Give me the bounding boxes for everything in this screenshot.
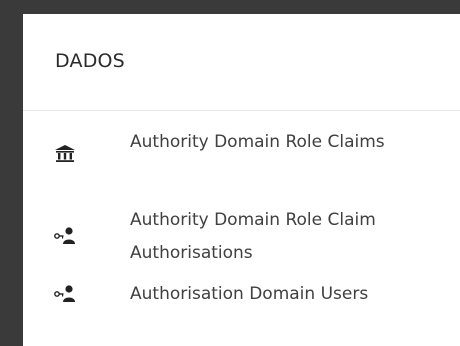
user-key-icon xyxy=(54,225,76,245)
app-background: DADOS Authority Domain Role Claims Autho… xyxy=(0,0,460,346)
sidebar-menu: Authority Domain Role Claims Authority D… xyxy=(23,111,460,318)
menu-item-label: Authority Domain Role Claim Authorisatio… xyxy=(130,210,376,263)
menu-item-authority-domain-role-claim-authorisations[interactable]: Authority Domain Role Claim Authorisatio… xyxy=(23,200,460,270)
panel-title: DADOS xyxy=(55,50,125,72)
menu-item-authorisation-domain-users[interactable]: Authorisation Domain Users xyxy=(23,270,460,318)
menu-item-authority-domain-role-claims[interactable]: Authority Domain Role Claims xyxy=(23,111,460,200)
sidebar-panel: DADOS Authority Domain Role Claims Autho… xyxy=(23,14,460,346)
panel-header: DADOS xyxy=(23,14,460,111)
user-key-icon xyxy=(54,283,76,303)
menu-item-label: Authority Domain Role Claims xyxy=(130,132,385,152)
bank-icon xyxy=(54,143,76,163)
menu-item-label: Authorisation Domain Users xyxy=(130,284,369,304)
